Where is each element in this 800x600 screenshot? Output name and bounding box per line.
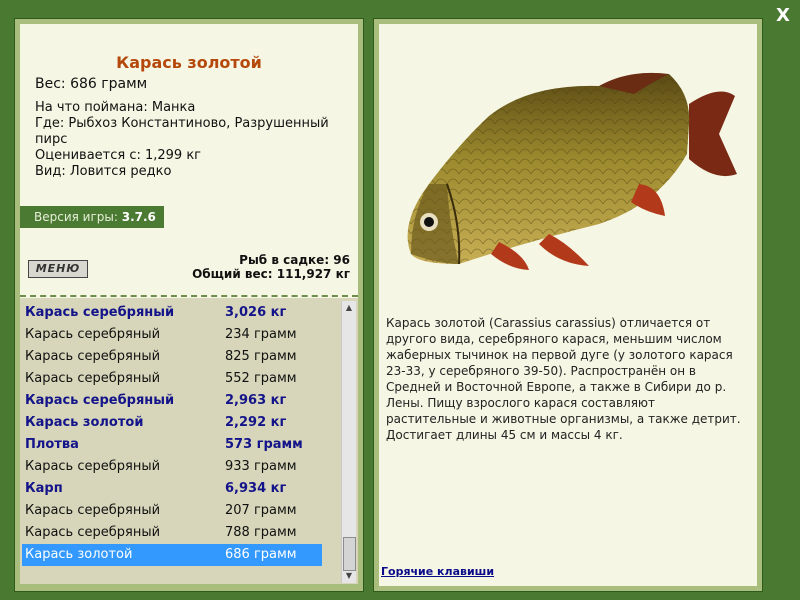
list-item-weight: 3,026 кг [225, 305, 287, 320]
list-item-weight: 552 грамм [225, 371, 297, 386]
description-card: Карась золотой (Carassius carassius) отл… [379, 24, 757, 586]
fish-description-panel: Карась золотой (Carassius carassius) отл… [373, 18, 763, 592]
list-item[interactable]: Карась серебряный 825 грамм [22, 346, 322, 368]
list-item-name: Карась серебряный [25, 525, 161, 540]
crucian-carp-image [407, 72, 737, 270]
version-value: 3.7.6 [121, 210, 156, 224]
list-item-name: Карась серебряный [25, 349, 161, 364]
list-item[interactable]: Карась золотой 686 грамм [22, 544, 322, 566]
list-item[interactable]: Карась серебряный 207 грамм [22, 500, 322, 522]
catch-list[interactable]: ▲ ▼ Карась серебряный 3,026 кг Карась сере… [20, 298, 358, 584]
list-item-name: Карп [25, 481, 63, 496]
close-button[interactable]: X [770, 4, 796, 28]
list-item-name: Карась серебряный [25, 305, 175, 320]
divider [20, 295, 358, 297]
scroll-up-icon[interactable]: ▲ [342, 301, 356, 315]
scroll-thumb[interactable] [343, 537, 356, 571]
list-item-weight: 234 грамм [225, 327, 297, 342]
fish-details: На что поймана: Манка Где: Рыбхоз Конста… [35, 100, 350, 180]
list-item[interactable]: Плотва 573 грамм [22, 434, 322, 456]
list-item-weight: 825 грамм [225, 349, 297, 364]
list-item-weight: 2,963 кг [225, 393, 287, 408]
list-item-name: Карась золотой [25, 415, 144, 430]
fish-title: Карась золотой [116, 53, 262, 72]
valuation-line: Оценивается с: 1,299 кг [35, 148, 202, 163]
list-item[interactable]: Карась серебряный 933 грамм [22, 456, 322, 478]
list-item[interactable]: Карп 6,934 кг [22, 478, 322, 500]
list-item-weight: 2,292 кг [225, 415, 287, 430]
total-weight: Общий вес: 111,927 кг [192, 267, 350, 281]
version-label: Версия игры: [34, 210, 118, 224]
menu-button[interactable]: МЕНЮ [28, 260, 88, 278]
list-item[interactable]: Карась серебряный 2,963 кг [22, 390, 322, 412]
fish-weight: Вес: 686 грамм [35, 76, 148, 92]
scroll-down-icon[interactable]: ▼ [342, 569, 356, 583]
list-item-weight: 573 грамм [225, 437, 303, 452]
list-item-weight: 933 грамм [225, 459, 297, 474]
list-scrollbar[interactable]: ▲ ▼ [341, 301, 356, 583]
list-item[interactable]: Карась золотой 2,292 кг [22, 412, 322, 434]
list-item[interactable]: Карась серебряный 552 грамм [22, 368, 322, 390]
fish-info-panel: Карась золотой Вес: 686 грамм На что пой… [14, 18, 364, 592]
list-item[interactable]: Карась серебряный 788 грамм [22, 522, 322, 544]
list-item-weight: 686 грамм [225, 547, 297, 562]
fish-card: Карась золотой Вес: 686 грамм На что пой… [20, 24, 358, 306]
catch-stats: Рыб в садке: 96 Общий вес: 111,927 кг [192, 253, 350, 281]
species-line: Вид: Ловится редко [35, 164, 172, 179]
list-item-name: Карась серебряный [25, 503, 161, 518]
list-item[interactable]: Карась серебряный 234 грамм [22, 324, 322, 346]
list-item-weight: 6,934 кг [225, 481, 287, 496]
bait-line: На что поймана: Манка [35, 100, 196, 115]
location-line: Где: Рыбхоз Константиново, Разрушенный п… [35, 116, 329, 147]
list-item-name: Карась серебряный [25, 371, 161, 386]
fish-description: Карась золотой (Carassius carassius) отл… [386, 316, 741, 442]
version-badge: Версия игры: 3.7.6 [20, 206, 164, 228]
fish-count: Рыб в садке: 96 [239, 253, 350, 267]
list-item-name: Карась серебряный [25, 327, 161, 342]
list-item-name: Карась серебряный [25, 459, 161, 474]
list-item-name: Плотва [25, 437, 79, 452]
list-item-weight: 788 грамм [225, 525, 297, 540]
list-item-name: Карась серебряный [25, 393, 175, 408]
list-item-name: Карась золотой [25, 547, 133, 562]
hotkeys-link[interactable]: Горячие клавиши [381, 565, 494, 578]
list-item-weight: 207 грамм [225, 503, 297, 518]
list-item[interactable]: Карась серебряный 3,026 кг [22, 302, 322, 324]
